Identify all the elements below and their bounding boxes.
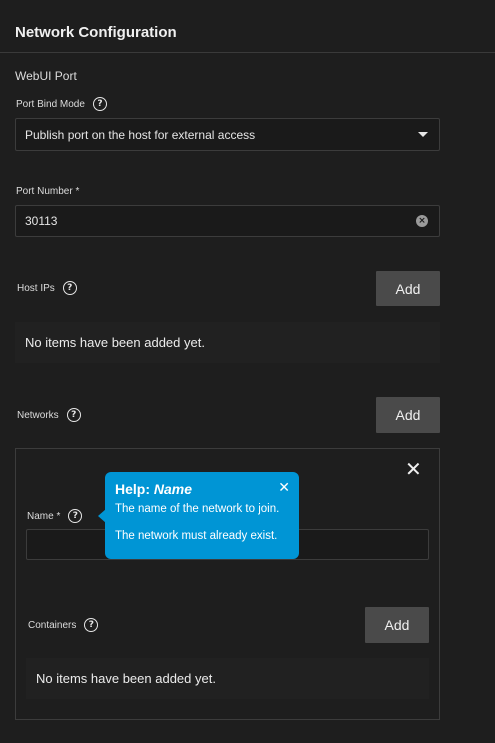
networks-label: Networks bbox=[17, 409, 59, 421]
containers-label: Containers bbox=[28, 619, 77, 631]
clear-circle-icon[interactable]: × bbox=[416, 215, 428, 227]
close-icon[interactable]: ✕ bbox=[278, 480, 290, 496]
port-number-value: 30113 bbox=[25, 214, 58, 228]
caret-down-icon bbox=[418, 132, 428, 137]
tooltip-line-2: The network must already exist. bbox=[115, 530, 278, 542]
webui-port-title: WebUI Port bbox=[15, 69, 77, 83]
network-name-label-row: Name * ? bbox=[27, 509, 83, 523]
containers-empty-state: No items have been added yet. bbox=[26, 658, 429, 699]
containers-label-row: Containers ? bbox=[28, 618, 99, 632]
port-bind-mode-label-row: Port Bind Mode ? bbox=[16, 97, 107, 111]
port-bind-mode-select[interactable]: Publish port on the host for external ac… bbox=[15, 118, 440, 151]
close-icon[interactable]: ✕ bbox=[405, 457, 422, 481]
host-ips-label-row: Host IPs ? bbox=[17, 281, 77, 295]
host-ips-empty-state: No items have been added yet. bbox=[15, 322, 440, 363]
help-icon[interactable]: ? bbox=[66, 408, 81, 422]
help-icon[interactable]: ? bbox=[84, 618, 99, 632]
help-icon[interactable]: ? bbox=[92, 97, 107, 111]
network-name-label: Name * bbox=[27, 510, 61, 522]
port-number-label: Port Number * bbox=[16, 186, 80, 197]
help-icon[interactable]: ? bbox=[62, 281, 77, 295]
containers-add-button[interactable]: Add bbox=[365, 607, 429, 643]
port-number-input[interactable]: 30113 × bbox=[15, 205, 440, 237]
tooltip-title-field: Name bbox=[153, 481, 193, 497]
host-ips-label: Host IPs bbox=[17, 282, 55, 294]
port-bind-mode-value: Publish port on the host for external ac… bbox=[25, 127, 256, 142]
help-tooltip: Help: Name ✕ The name of the network to … bbox=[105, 472, 299, 559]
tooltip-line-1: The name of the network to join. bbox=[115, 503, 280, 515]
page-title: Network Configuration bbox=[15, 24, 177, 41]
port-bind-mode-label: Port Bind Mode bbox=[16, 98, 85, 110]
host-ips-add-button[interactable]: Add bbox=[376, 271, 440, 306]
networks-add-button[interactable]: Add bbox=[376, 397, 440, 433]
networks-label-row: Networks ? bbox=[17, 408, 81, 422]
title-divider bbox=[0, 52, 495, 53]
help-icon[interactable]: ? bbox=[68, 509, 83, 523]
tooltip-title: Help: Name bbox=[115, 481, 289, 497]
tooltip-title-prefix: Help: bbox=[115, 481, 150, 497]
